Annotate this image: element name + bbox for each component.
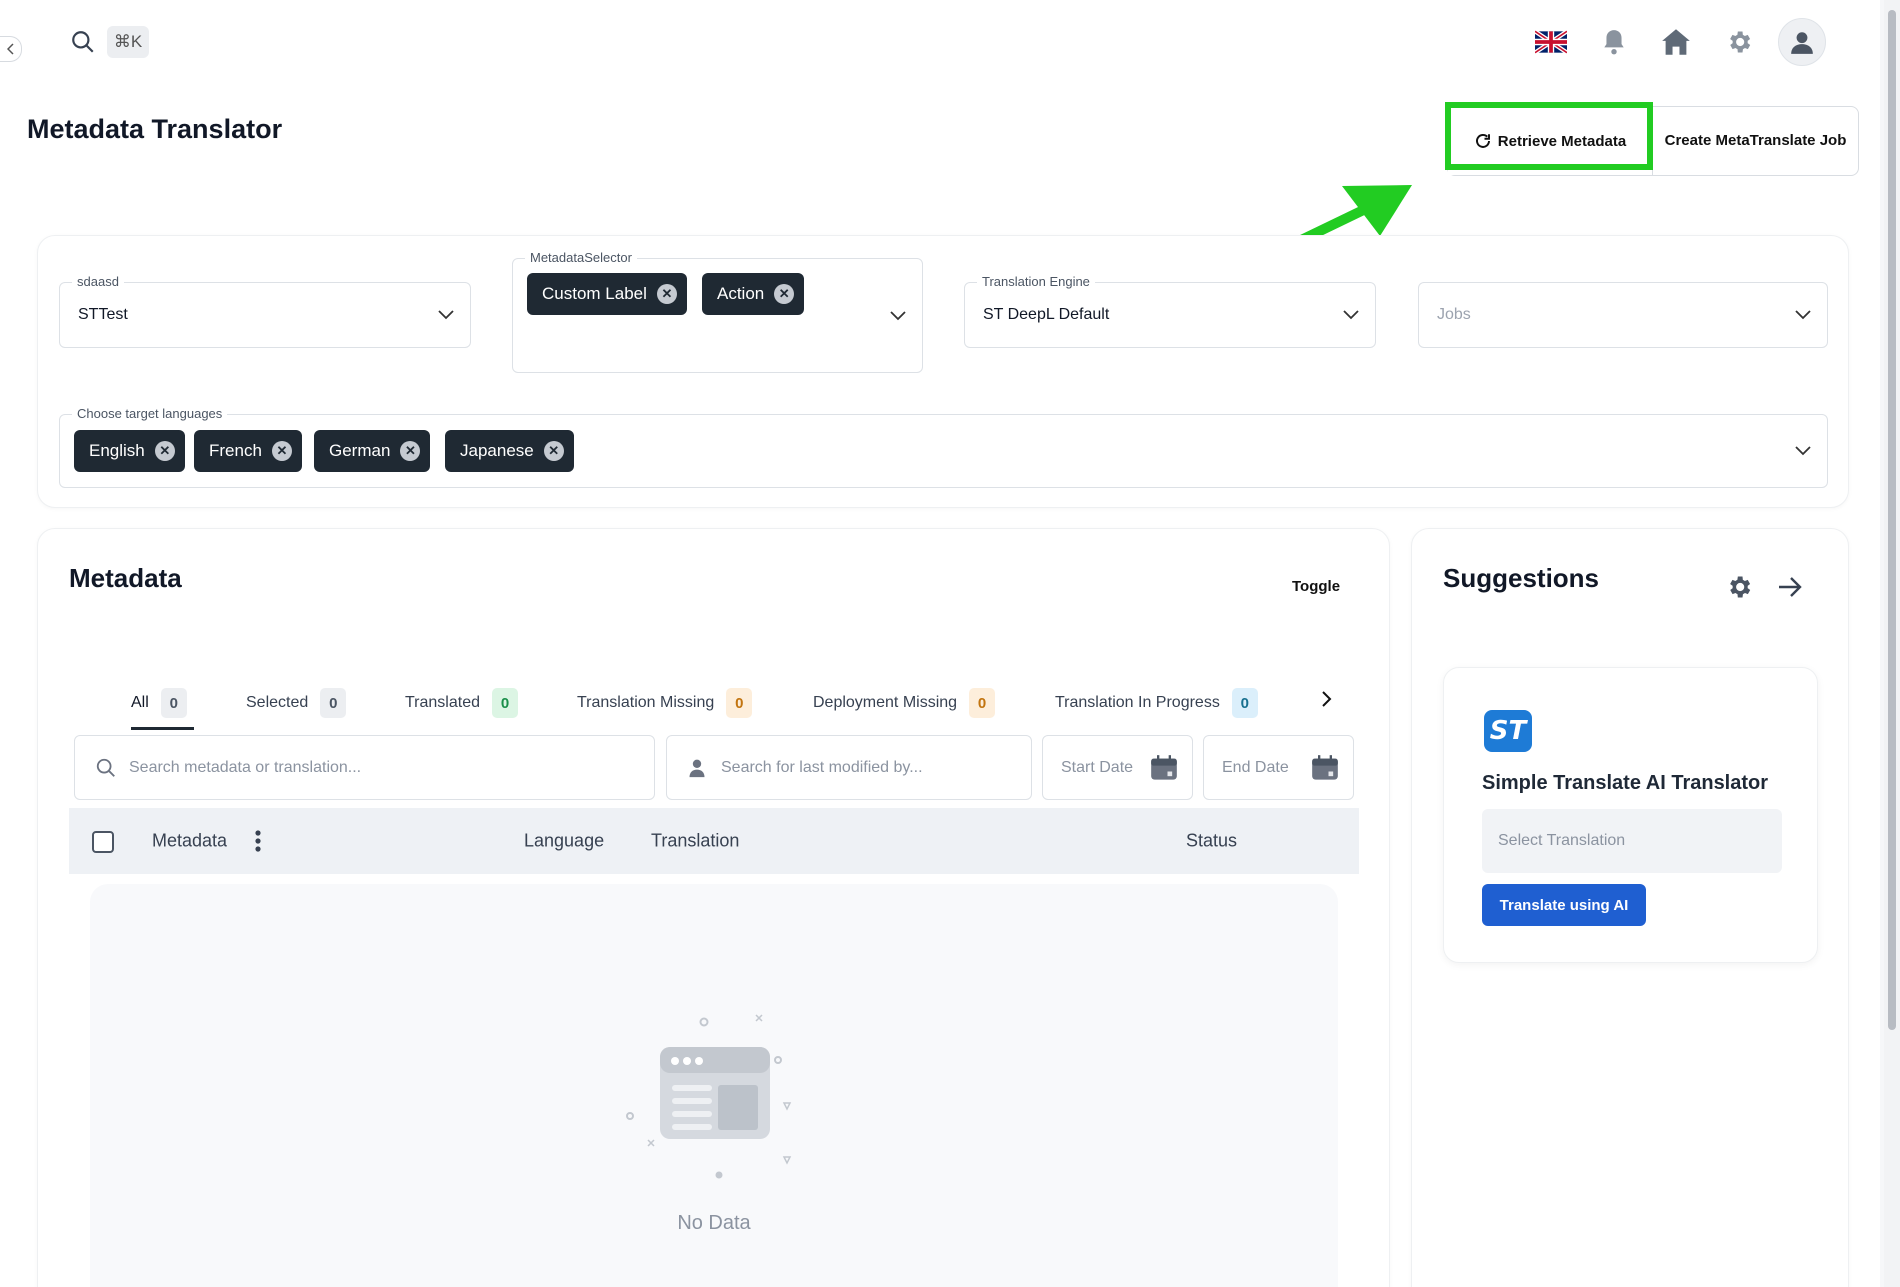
language-chip: Japanese ✕ — [445, 430, 574, 472]
remove-chip-icon[interactable]: ✕ — [400, 441, 421, 461]
empty-state-illustration-icon — [626, 1014, 792, 1179]
search-shortcut-badge: ⌘K — [107, 26, 149, 58]
tabs-scroll-right-icon[interactable] — [1320, 690, 1334, 708]
metadata-title: Metadata — [69, 563, 182, 593]
target-languages-label: Choose target languages — [72, 406, 228, 421]
chevron-left-icon — [6, 43, 14, 55]
column-header-translation[interactable]: Translation — [651, 831, 739, 852]
translate-using-ai-button[interactable]: Translate using AI — [1482, 884, 1646, 926]
user-avatar[interactable] — [1778, 18, 1826, 66]
filter-card: sdaasd STTest MetadataSelector Custom La… — [37, 235, 1849, 508]
column-header-language[interactable]: Language — [524, 831, 604, 852]
remove-chip-icon[interactable]: ✕ — [154, 441, 175, 461]
bell-icon[interactable] — [1596, 24, 1632, 60]
jobs-placeholder: Jobs — [1437, 306, 1471, 323]
tab-count-badge: 0 — [969, 688, 996, 718]
jobs-select[interactable]: Jobs — [1418, 282, 1828, 348]
retrieve-metadata-button[interactable]: Retrieve Metadata — [1448, 107, 1653, 175]
org-label: sdaasd — [72, 274, 124, 289]
chevron-down-icon — [1343, 310, 1359, 320]
sidebar-collapse-button[interactable] — [0, 36, 22, 62]
language-chip: English ✕ — [74, 430, 185, 472]
home-icon[interactable] — [1658, 24, 1694, 60]
tab-count-badge: 0 — [1231, 688, 1258, 718]
metadata-selector-label: MetadataSelector — [525, 250, 637, 265]
tab-deployment-missing[interactable]: Deployment Missing 0 — [813, 688, 996, 718]
end-date-input[interactable]: End Date — [1203, 735, 1354, 800]
last-modified-by-search-input[interactable]: Search for last modified by... — [666, 735, 1032, 800]
calendar-icon[interactable] — [1311, 755, 1339, 781]
no-data-text: No Data — [677, 1212, 751, 1234]
remove-chip-icon[interactable]: ✕ — [656, 284, 677, 304]
settings-gear-icon[interactable] — [1721, 24, 1757, 60]
uk-flag-icon[interactable] — [1533, 24, 1569, 60]
header-actions: Retrieve Metadata Create MetaTranslate J… — [1447, 106, 1859, 176]
column-header-status[interactable]: Status — [1186, 831, 1237, 852]
select-translation-input[interactable]: Select Translation — [1482, 809, 1782, 873]
org-value: STTest — [78, 306, 128, 323]
remove-chip-icon[interactable]: ✕ — [271, 441, 292, 461]
retrieve-metadata-label: Retrieve Metadata — [1497, 132, 1627, 150]
arrow-right-icon[interactable] — [1777, 576, 1803, 598]
page-title: Metadata Translator — [27, 114, 283, 144]
remove-chip-icon[interactable]: ✕ — [774, 284, 795, 304]
search-icon — [96, 758, 115, 777]
suggestions-settings-gear-icon[interactable] — [1725, 573, 1753, 601]
ai-translator-card: ST Simple Translate AI Translator Select… — [1443, 667, 1818, 963]
org-select[interactable]: sdaasd STTest — [59, 274, 471, 348]
tab-count-badge: 0 — [492, 688, 518, 718]
suggestions-title: Suggestions — [1443, 563, 1600, 593]
language-chip: German ✕ — [314, 430, 431, 472]
ai-translator-title: Simple Translate AI Translator — [1482, 772, 1769, 794]
remove-chip-icon[interactable]: ✕ — [543, 441, 564, 461]
chevron-down-icon — [1795, 310, 1811, 320]
target-languages-select[interactable]: Choose target languages English ✕ French ✕… — [59, 406, 1828, 488]
active-tab-indicator — [131, 727, 194, 730]
simple-translate-logo: ST — [1484, 710, 1532, 752]
refresh-icon — [1475, 134, 1490, 148]
column-header-metadata[interactable]: Metadata — [152, 831, 227, 852]
language-chip: French ✕ — [194, 430, 302, 472]
chevron-down-icon — [438, 310, 454, 320]
table-header: Metadata Language Translation Status — [69, 808, 1359, 874]
column-menu-icon[interactable] — [255, 830, 261, 852]
create-metatranslate-job-button[interactable]: Create MetaTranslate Job — [1653, 107, 1858, 175]
translation-engine-value: ST DeepL Default — [983, 306, 1110, 323]
tab-translation-missing[interactable]: Translation Missing 0 — [577, 688, 753, 718]
start-date-input[interactable]: Start Date — [1042, 735, 1193, 800]
calendar-icon[interactable] — [1150, 755, 1178, 781]
metadata-search-input[interactable]: Search metadata or translation... — [74, 735, 655, 800]
select-all-checkbox[interactable] — [92, 831, 114, 853]
top-bar: ⌘K — [0, 0, 1880, 84]
chevron-down-icon — [1795, 446, 1811, 456]
tab-count-badge: 0 — [320, 688, 347, 718]
metadata-chip: Custom Label ✕ — [527, 273, 687, 315]
metadata-chip: Action ✕ — [702, 273, 805, 315]
translation-engine-label: Translation Engine — [977, 274, 1095, 289]
user-icon — [689, 759, 705, 778]
scrollbar-thumb[interactable] — [1888, 10, 1896, 1030]
translation-engine-select[interactable]: Translation Engine ST DeepL Default — [964, 274, 1376, 348]
search-icon[interactable] — [70, 29, 96, 55]
tab-all[interactable]: All 0 — [131, 688, 187, 718]
metadata-selector[interactable]: MetadataSelector Custom Label ✕ Action ✕ — [512, 250, 923, 373]
toggle-button[interactable]: Toggle — [1292, 578, 1340, 595]
page-scrollbar[interactable] — [1884, 0, 1900, 1287]
tab-count-badge: 0 — [726, 688, 753, 718]
tab-count-badge: 0 — [160, 688, 187, 718]
tab-translated[interactable]: Translated 0 — [405, 688, 518, 718]
tab-translation-in-progress[interactable]: Translation In Progress 0 — [1055, 688, 1258, 718]
chevron-down-icon — [890, 310, 906, 320]
tab-selected[interactable]: Selected 0 — [246, 688, 347, 718]
